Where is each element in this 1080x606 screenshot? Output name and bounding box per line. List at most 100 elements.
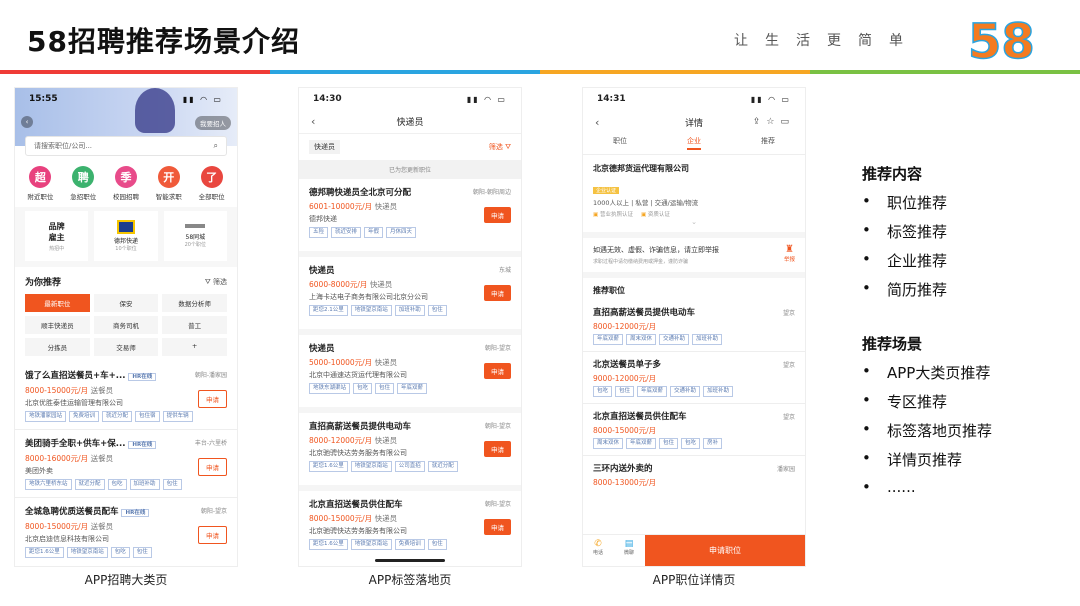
job-title: 北京送餐员单子多: [593, 360, 662, 370]
job-role: 送餐员: [90, 522, 114, 531]
apply-button[interactable]: 申请: [484, 285, 511, 301]
nav-title: 快递员: [396, 118, 424, 128]
rec-job-item[interactable]: 北京直招送餐员供住配车 望京 8000-15000元/月 周末双休 年底双薪 包…: [583, 404, 805, 456]
rec-job-item[interactable]: 三环内送外卖的 潘家园 8000-13000元/月: [583, 456, 805, 496]
job-tag: 包住: [659, 438, 679, 449]
tab-job[interactable]: 职位: [613, 136, 627, 150]
chip[interactable]: 数据分析师: [162, 294, 227, 312]
job-location: 朝阳-望京: [200, 508, 227, 515]
job-location: 望京: [782, 362, 795, 369]
phone-button[interactable]: ✆ 电话: [583, 535, 613, 566]
caption-category-page: APP招聘大类页: [84, 573, 168, 587]
scene-item: 详情页推荐: [862, 449, 992, 470]
category-item[interactable]: 季校园招聘: [109, 166, 143, 201]
section-title: 为你推荐: [25, 278, 62, 288]
job-tag: 包住: [162, 479, 182, 490]
phone-job-detail-page: 14:31 ▮▮ ◠ ▭ ‹ 详情 ⇪☆▭ 职位 企业 推荐 北京德邦货运代理有限…: [583, 88, 805, 566]
back-icon[interactable]: ‹: [595, 116, 599, 129]
apply-button[interactable]: 申请: [484, 363, 511, 379]
job-item[interactable]: 全城急聘优质送餐员配车 HR在线 朝阳-望京 8000-15000元/月 送餐员…: [15, 498, 237, 565]
content-item: 标签推荐: [862, 221, 947, 242]
chat-button[interactable]: ▤ 微聊: [613, 535, 645, 566]
chip[interactable]: 交易师: [93, 338, 159, 356]
warning-text: 如遇无效、虚假、诈骗信息，请立即举报: [593, 246, 719, 254]
status-icons: ▮▮ ◠ ▭: [750, 94, 791, 104]
chip[interactable]: 商务司机: [93, 316, 159, 334]
category-item[interactable]: 超附近职位: [23, 166, 57, 201]
job-salary: 8000-12000元/月: [593, 322, 657, 331]
back-icon[interactable]: ‹: [21, 116, 33, 128]
caption-tag-landing-page: APP标签落地页: [368, 573, 452, 587]
filter-button[interactable]: 筛选 ⛛: [489, 142, 511, 152]
job-item[interactable]: 美团骑手全职+供车+保... HR在线 丰台-六里桥 8000-16000元/月…: [15, 430, 237, 498]
bottom-bar: ✆ 电话 ▤ 微聊 申请职位: [583, 534, 805, 566]
tab-recommend[interactable]: 推荐: [761, 136, 775, 150]
job-tags: 年底双薪 周末双休 交通补助 加班补助: [593, 334, 795, 345]
apply-button[interactable]: 申请: [484, 519, 511, 535]
rec-job-list: 直招高薪送餐员提供电动车 望京 8000-12000元/月 年底双薪 周末双休 …: [583, 300, 805, 496]
status-icons: ▮▮ ◠ ▭: [182, 94, 223, 104]
job-tag: 地铁东湖渠站: [309, 383, 351, 394]
chip-latest[interactable]: 最新职位: [25, 294, 90, 312]
job-company: 上海卡达电子商务有限公司北京分公司: [309, 293, 428, 301]
category-item[interactable]: 开智能求职: [152, 166, 186, 201]
job-item[interactable]: 快递员 朝阳-望京 5000-10000元/月 快递员 北京中通速达货运代理有限…: [299, 335, 521, 413]
chip-add[interactable]: +: [162, 338, 227, 356]
brand-employer-card[interactable]: 品牌 雇主 热招中: [25, 211, 89, 261]
brand-card[interactable]: 58同城 20个职位: [163, 211, 227, 261]
category-item[interactable]: 了全部职位: [195, 166, 229, 201]
job-tag: 提供车辆: [162, 411, 193, 422]
job-tags: 地铁六里桥东站 就近分配 包吃 加班补助 包住: [25, 479, 227, 490]
job-item[interactable]: 直招高薪送餐员提供电动车 朝阳-望京 8000-12000元/月 快递员 北京驰…: [299, 413, 521, 491]
apply-button[interactable]: 申请: [484, 441, 511, 457]
company-certs: ▣ 营业执照认证 ▣ 资质认证: [593, 210, 795, 218]
chip[interactable]: 顺丰快递员: [25, 316, 90, 334]
chip[interactable]: 分拣员: [25, 338, 90, 356]
job-company: 北京启迪信息科技有限公司: [25, 535, 109, 543]
filter-tag[interactable]: 快递员: [309, 140, 340, 154]
apply-button[interactable]: 申请: [198, 458, 227, 476]
filter-label: 筛选: [213, 277, 227, 286]
rec-job-item[interactable]: 直招高薪送餐员提供电动车 望京 8000-12000元/月 年底双薪 周末双休 …: [583, 300, 805, 352]
slide-title: 58招聘推荐场景介绍: [27, 25, 300, 58]
company-card[interactable]: 北京德邦货运代理有限公司 企业认证 1000人以上 | 私营 | 交通/运输/物…: [583, 155, 805, 232]
apply-job-button[interactable]: 申请职位: [645, 535, 805, 566]
section-heading: 推荐场景: [862, 335, 923, 353]
job-item[interactable]: 德邦聘快递员全北京可分配 朝阳-朝阳周边 6001-10000元/月 快递员 德…: [299, 179, 521, 257]
apply-button[interactable]: 申请: [198, 390, 227, 408]
brand-card[interactable]: 德邦快递 10个职位: [94, 211, 158, 261]
job-title: 三环内送外卖的: [593, 464, 653, 474]
search-input[interactable]: 请搜索职位/公司... ⌕: [25, 136, 227, 156]
favorite-icon[interactable]: ☆: [766, 117, 780, 127]
job-tags: 地铁东湖渠站 包吃 包住 年底双薪: [309, 383, 511, 394]
job-tag: 周末双休: [626, 334, 657, 345]
job-item[interactable]: 饿了么直招送餐员+车+... HR在线 朝阳-潘家园 8000-15000元/月…: [15, 362, 237, 430]
job-item[interactable]: 北京直招送餐员供住配车 朝阳-望京 8000-15000元/月 快递员 北京驰骋…: [299, 491, 521, 566]
category-item[interactable]: 聘急招职位: [66, 166, 100, 201]
update-notice: 已为您更新职位: [299, 160, 521, 179]
filter-button[interactable]: ⛛ 筛选: [205, 277, 227, 287]
job-tag: 包住: [427, 305, 447, 316]
chip[interactable]: 保安: [93, 294, 159, 312]
stripe-orange: [540, 70, 810, 74]
back-icon[interactable]: ‹: [311, 115, 315, 128]
share-icon[interactable]: ⇪: [753, 117, 767, 127]
job-item[interactable]: 快递员 东城 6000-8000元/月 快递员 上海卡达电子商务有限公司北京分公…: [299, 257, 521, 335]
chip[interactable]: 普工: [162, 316, 227, 334]
job-tag: 地铁望京南站: [350, 539, 392, 550]
rec-job-item[interactable]: 北京送餐员单子多 望京 9000-12000元/月 包吃 包住 年底双薪 交通补…: [583, 352, 805, 404]
scene-item: 专区推荐: [862, 391, 992, 412]
banner-figure: [135, 88, 175, 133]
tab-company[interactable]: 企业: [687, 136, 701, 150]
job-location: 朝阳-望京: [484, 345, 511, 352]
job-title: 快递员: [309, 266, 335, 276]
logo-58-icon: 58: [968, 16, 1036, 64]
apply-button[interactable]: 申请: [198, 526, 227, 544]
apply-button[interactable]: 申请: [484, 207, 511, 223]
content-list: 职位推荐 标签推荐 企业推荐 简历推荐: [862, 192, 947, 300]
report-button[interactable]: ♜ 举报: [784, 244, 795, 263]
expand-chevron-icon[interactable]: ⌄: [593, 218, 795, 226]
debang-logo-icon: [116, 220, 135, 234]
post-job-button[interactable]: 我要招人: [195, 116, 231, 130]
message-icon[interactable]: ▭: [780, 117, 795, 127]
